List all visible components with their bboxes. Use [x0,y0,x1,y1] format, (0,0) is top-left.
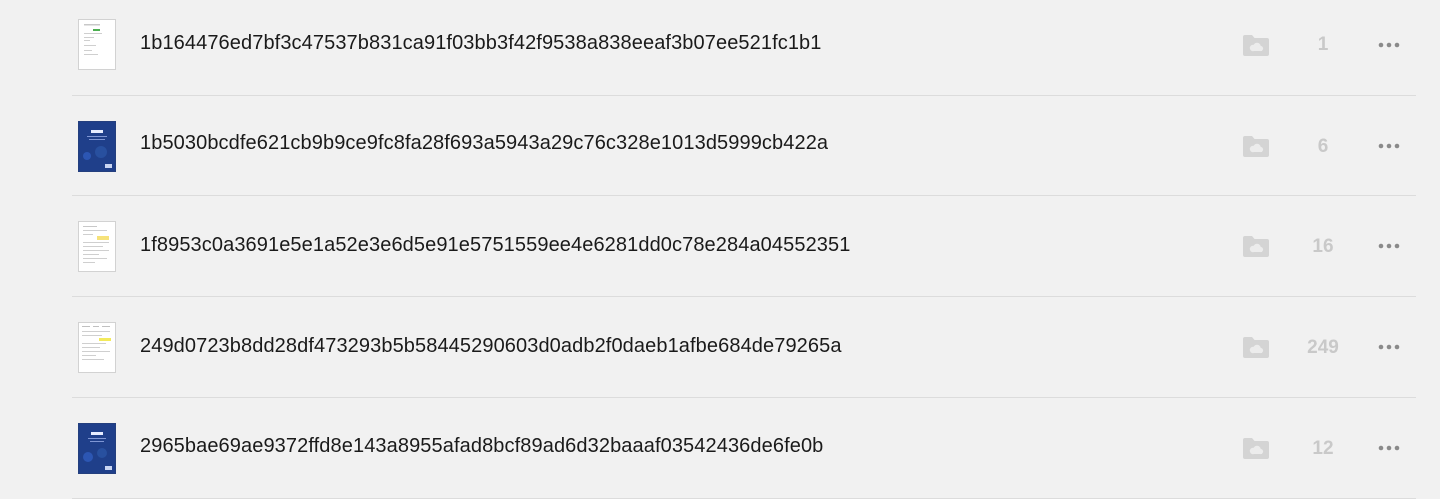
more-horizontal-icon[interactable] [1374,433,1404,463]
folder-icon[interactable] [1242,335,1270,359]
file-name[interactable]: 1f8953c0a3691e5e1a52e3e6d5e91e5751559ee4… [140,234,850,257]
folder-icon[interactable] [1242,436,1270,460]
file-thumbnail[interactable] [78,19,116,70]
item-count: 1 [1317,34,1329,55]
file-thumbnail[interactable] [78,121,116,172]
file-row[interactable]: 1b164476ed7bf3c47537b831ca91f03bb3f42f95… [72,0,1416,96]
more-horizontal-icon[interactable] [1374,332,1404,362]
folder-icon[interactable] [1242,134,1270,158]
file-row[interactable]: 1f8953c0a3691e5e1a52e3e6d5e91e5751559ee4… [72,197,1416,297]
item-count: 16 [1312,236,1334,257]
file-row[interactable]: 1b5030bcdfe621cb9b9ce9fc8fa28f693a5943a2… [72,96,1416,196]
more-horizontal-icon[interactable] [1374,131,1404,161]
item-count: 249 [1307,337,1339,358]
file-list: 1b164476ed7bf3c47537b831ca91f03bb3f42f95… [0,0,1440,499]
file-name[interactable]: 249d0723b8dd28df473293b5b58445290603d0ad… [140,335,842,358]
item-count: 12 [1312,438,1334,459]
folder-icon[interactable] [1242,33,1270,57]
file-name[interactable]: 1b164476ed7bf3c47537b831ca91f03bb3f42f95… [140,32,822,55]
file-thumbnail[interactable] [78,221,116,272]
file-name[interactable]: 2965bae69ae9372ffd8e143a8955afad8bcf89ad… [140,435,823,458]
item-count: 6 [1317,136,1329,157]
more-horizontal-icon[interactable] [1374,30,1404,60]
file-name[interactable]: 1b5030bcdfe621cb9b9ce9fc8fa28f693a5943a2… [140,132,828,155]
more-horizontal-icon[interactable] [1374,231,1404,261]
file-thumbnail[interactable] [78,423,116,474]
file-row[interactable]: 2965bae69ae9372ffd8e143a8955afad8bcf89ad… [72,399,1416,499]
folder-icon[interactable] [1242,234,1270,258]
file-row[interactable]: 249d0723b8dd28df473293b5b58445290603d0ad… [72,298,1416,398]
file-thumbnail[interactable] [78,322,116,373]
